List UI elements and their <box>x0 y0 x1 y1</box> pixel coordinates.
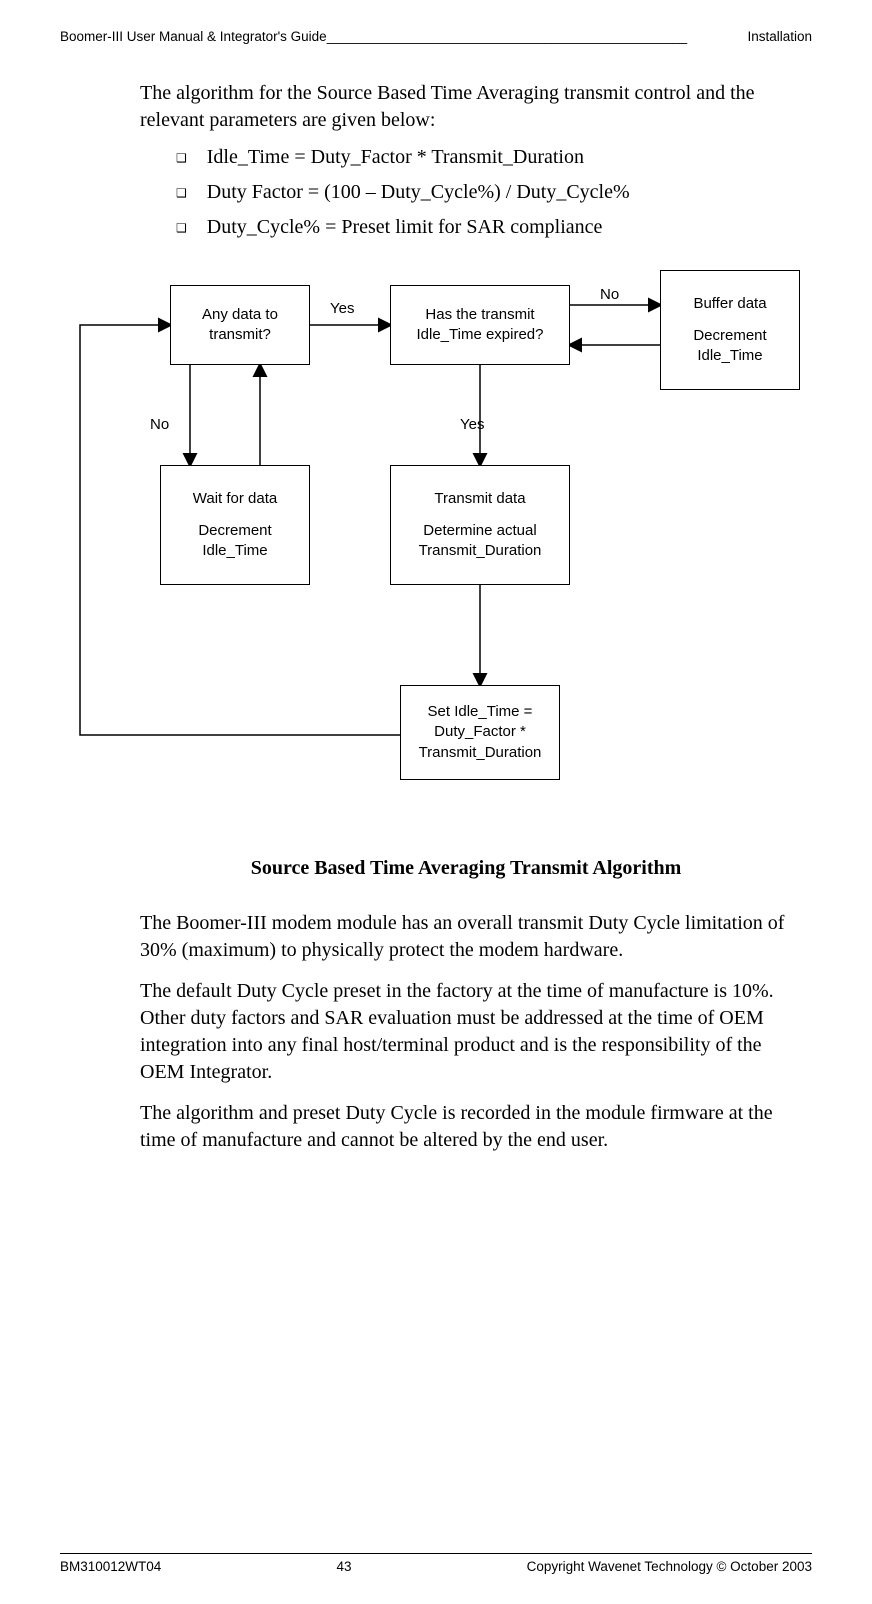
header-left: Boomer-III User Manual & Integrator's Gu… <box>60 29 327 44</box>
footer-center: 43 <box>336 1558 351 1576</box>
node-text: Wait for data <box>193 489 277 509</box>
footer-right: Copyright Wavenet Technology © October 2… <box>527 1558 812 1576</box>
intro-paragraph: The algorithm for the Source Based Time … <box>140 80 792 134</box>
node-text: Idle_Time expired? <box>416 325 543 345</box>
figure-caption: Source Based Time Averaging Transmit Alg… <box>80 855 852 882</box>
node-has-idle: Has the transmit Idle_Time expired? <box>390 285 570 365</box>
node-buffer: Buffer data Decrement Idle_Time <box>660 270 800 390</box>
footer-rule <box>60 1553 812 1554</box>
node-text: Any data to <box>202 305 278 325</box>
page-header: Boomer-III User Manual & Integrator's Gu… <box>60 28 812 46</box>
header-right: Installation <box>747 28 812 46</box>
paragraph: The default Duty Cycle preset in the fac… <box>140 978 792 1086</box>
header-filler: ________________________________________… <box>327 29 687 44</box>
node-text: Transmit_Duration <box>419 541 542 561</box>
list-item: ❑ Idle_Time = Duty_Factor * Transmit_Dur… <box>176 144 792 171</box>
node-transmit: Transmit data Determine actual Transmit_… <box>390 465 570 585</box>
flowchart: Any data to transmit? Has the transmit I… <box>60 265 812 845</box>
list-item: ❑ Duty Factor = (100 – Duty_Cycle%) / Du… <box>176 179 792 206</box>
node-any-data: Any data to transmit? <box>170 285 310 365</box>
bullet-glyph: ❑ <box>176 220 187 236</box>
node-text: Decrement <box>198 521 271 541</box>
node-text: Has the transmit <box>425 305 534 325</box>
node-text: Transmit data <box>434 489 525 509</box>
bullet-text: Idle_Time = Duty_Factor * Transmit_Durat… <box>207 144 584 171</box>
node-wait: Wait for data Decrement Idle_Time <box>160 465 310 585</box>
node-text: Duty_Factor * <box>434 722 526 742</box>
edge-label-no2: No <box>150 415 169 435</box>
page-footer: BM310012WT04 43 Copyright Wavenet Techno… <box>60 1558 812 1576</box>
node-text: Idle_Time <box>202 541 267 561</box>
body-text: The Boomer-III modem module has an overa… <box>140 910 792 1154</box>
bullet-list: ❑ Idle_Time = Duty_Factor * Transmit_Dur… <box>176 144 792 241</box>
bullet-glyph: ❑ <box>176 185 187 201</box>
node-set-idle: Set Idle_Time = Duty_Factor * Transmit_D… <box>400 685 560 780</box>
node-text: Set Idle_Time = <box>428 702 533 722</box>
footer-left: BM310012WT04 <box>60 1558 161 1576</box>
node-text: Decrement <box>693 326 766 346</box>
paragraph: The Boomer-III modem module has an overa… <box>140 910 792 964</box>
edge-label-yes2: Yes <box>460 415 484 435</box>
bullet-glyph: ❑ <box>176 150 187 166</box>
edge-label-yes1: Yes <box>330 299 354 319</box>
node-text: transmit? <box>209 325 271 345</box>
node-text: Buffer data <box>693 294 766 314</box>
bullet-text: Duty Factor = (100 – Duty_Cycle%) / Duty… <box>207 179 630 206</box>
node-text: Idle_Time <box>697 346 762 366</box>
node-text: Transmit_Duration <box>419 743 542 763</box>
edge-label-no1: No <box>600 285 619 305</box>
paragraph: The algorithm and preset Duty Cycle is r… <box>140 1100 792 1154</box>
bullet-text: Duty_Cycle% = Preset limit for SAR compl… <box>207 214 603 241</box>
list-item: ❑ Duty_Cycle% = Preset limit for SAR com… <box>176 214 792 241</box>
node-text: Determine actual <box>423 521 536 541</box>
